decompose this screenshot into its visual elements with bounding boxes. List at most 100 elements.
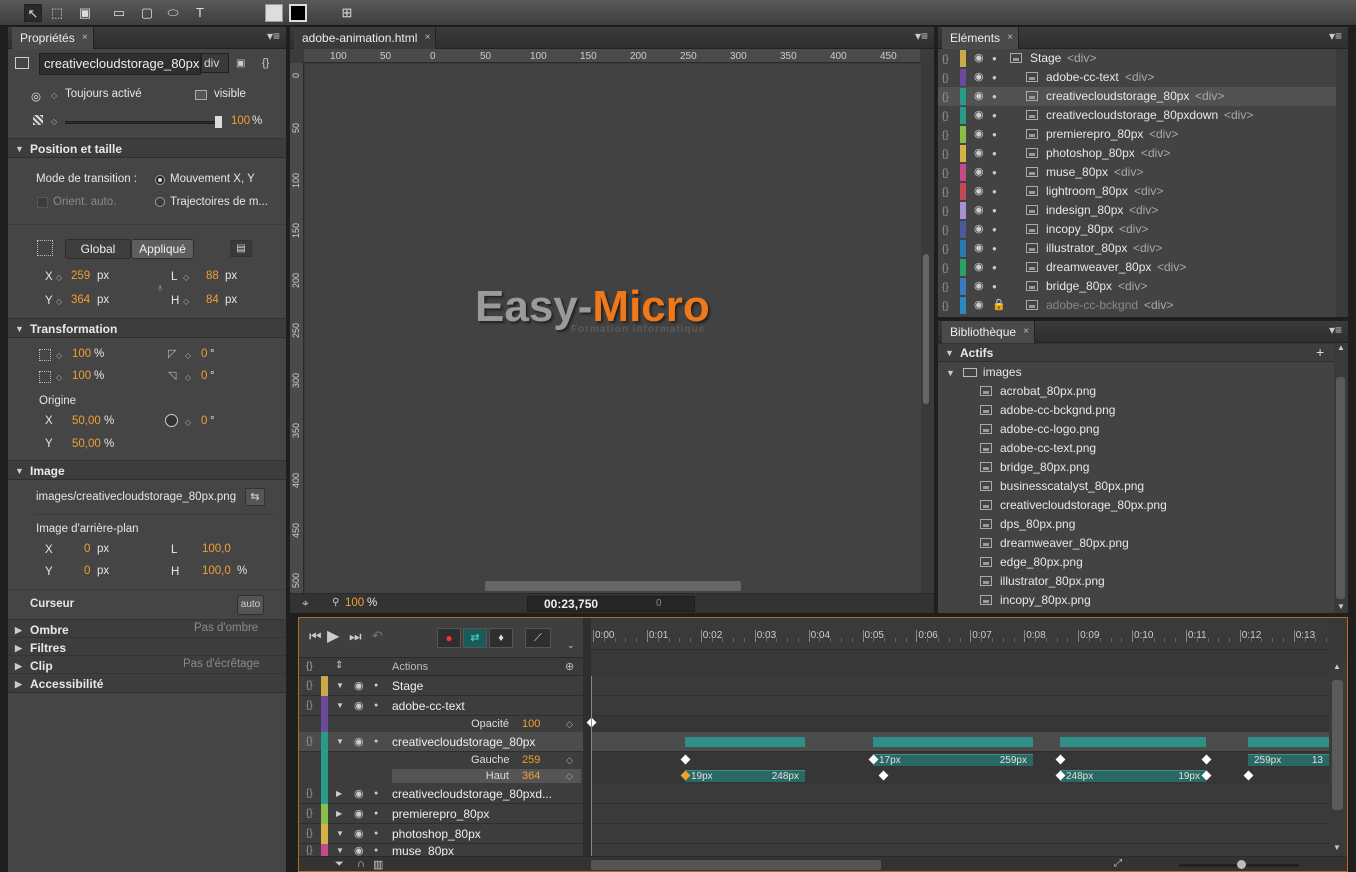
timeline-track[interactable] [591, 676, 1329, 696]
skew-value[interactable]: 0 [201, 348, 207, 360]
eye-icon[interactable]: ◉ [354, 732, 364, 752]
auto-transition-icon[interactable]: ⇄ [463, 628, 487, 648]
ellipse-tool-icon[interactable]: ⬭ [164, 4, 182, 22]
grid-icon[interactable]: ▥ [373, 858, 383, 871]
timeline-track[interactable] [591, 804, 1329, 824]
element-row[interactable]: {} ◉ ● lightroom_80px <div> [938, 182, 1336, 201]
keyframe-diamond-icon[interactable]: ◇ [51, 117, 57, 126]
lock-toggle-icon[interactable]: ● [992, 182, 997, 201]
global-button[interactable]: Global [65, 239, 131, 259]
scale-width-value[interactable]: 100 [72, 348, 91, 360]
element-row[interactable]: {} ◉ ● premierepro_80px <div> [938, 125, 1336, 144]
timeline-element-row[interactable]: {} ▼ ◉ ● Stage [299, 676, 583, 696]
timeline-property-row[interactable]: Gauche 259 ◇ [299, 752, 583, 768]
library-file-row[interactable]: adobe-cc-logo.png [938, 420, 1334, 439]
play-icon[interactable]: ▶ [327, 626, 339, 646]
code-braces-icon[interactable]: {} [942, 50, 949, 69]
element-row[interactable]: {} ◉ 🔒 adobe-cc-bckgnd <div> [938, 296, 1336, 315]
code-braces-icon[interactable]: {} [942, 183, 949, 202]
class-icon[interactable]: ▣ [236, 58, 245, 69]
bg-width-value[interactable]: 100,0 [202, 543, 231, 555]
element-row[interactable]: {} ◉ ● muse_80px <div> [938, 163, 1336, 182]
code-braces-icon[interactable]: {} [942, 69, 949, 88]
lock-toggle-icon[interactable]: ● [992, 144, 997, 163]
rotate-value[interactable]: 0 [201, 370, 207, 382]
transition-bar[interactable] [685, 737, 805, 747]
code-braces-icon[interactable]: {} [942, 240, 949, 259]
code-braces-icon[interactable]: {} [942, 278, 949, 297]
timeline-element-row[interactable]: {} ▼ ◉ ● creativecloudstorage_80px [299, 732, 583, 752]
code-braces-icon[interactable]: {} [942, 164, 949, 183]
eye-icon[interactable]: ◉ [974, 239, 984, 258]
eye-icon[interactable]: ◉ [354, 696, 364, 716]
element-color-label[interactable] [960, 278, 966, 295]
eye-icon[interactable]: ◉ [974, 277, 984, 296]
keyframe-diamond-icon[interactable]: ◇ [56, 351, 62, 360]
lock-toggle-icon[interactable]: ● [992, 68, 997, 87]
element-row[interactable]: {} ◉ ● Stage <div> [938, 49, 1336, 68]
keyframe-diamond-icon[interactable]: ◇ [185, 351, 191, 360]
section-position-size[interactable]: ▼ Position et taille [8, 138, 286, 158]
auto-keyframe-icon[interactable]: ● [437, 628, 461, 648]
x-value[interactable]: 259 [71, 270, 90, 282]
timeline-element-row[interactable]: {} ▶ ◉ ● premierepro_80px [299, 804, 583, 824]
rounded-rectangle-tool-icon[interactable]: ▢ [138, 4, 156, 22]
property-value[interactable]: 364 [522, 768, 540, 784]
lock-toggle-icon[interactable]: ● [992, 201, 997, 220]
property-transition-bar[interactable]: 17px 259px [873, 754, 1033, 766]
panel-menu-icon[interactable]: ▾≡ [1329, 323, 1342, 337]
radio-unchecked-icon[interactable] [155, 197, 165, 207]
panel-menu-icon[interactable]: ▾≡ [1329, 29, 1342, 43]
element-row[interactable]: {} ◉ ● bridge_80px <div> [938, 277, 1336, 296]
close-icon[interactable]: × [1007, 27, 1013, 49]
keyframe-diamond-icon[interactable]: ◇ [183, 273, 189, 282]
disclosure-triangle-icon[interactable]: ▼ [336, 696, 344, 716]
opacity-slider-track[interactable] [65, 121, 219, 124]
code-braces-icon[interactable]: {} [942, 297, 949, 316]
timeline-property-track[interactable] [591, 716, 1329, 732]
timeline-splitter[interactable] [583, 618, 591, 871]
code-braces-icon[interactable]: {} [942, 126, 949, 145]
eye-icon[interactable]: ◉ [974, 87, 984, 106]
property-transition-bar[interactable]: 248px 19px [1060, 770, 1206, 782]
rotation-dial-icon[interactable] [165, 414, 178, 427]
property-transition-bar[interactable]: 259px 13 [1248, 754, 1329, 766]
timeline-vscrollbar[interactable]: ▲ ▼ [1329, 658, 1347, 856]
panel-menu-icon[interactable]: ▾≡ [267, 29, 280, 43]
layout-preset-icon[interactable]: ▤ [230, 240, 252, 257]
keyframe-diamond-icon[interactable]: ◇ [56, 297, 62, 306]
origin-y-value[interactable]: 50,00 [72, 438, 101, 450]
disclosure-triangle-icon[interactable]: ▶ [336, 784, 342, 804]
collapse-all-icon[interactable]: ⇕ [335, 660, 343, 671]
eye-icon[interactable]: ◉ [354, 784, 364, 804]
cursor-select[interactable]: auto [237, 595, 264, 615]
timeline-element-row[interactable]: {} ▼ ◉ ● adobe-cc-text [299, 696, 583, 716]
width-value[interactable]: 88 [206, 270, 219, 282]
overflow-select[interactable]: visible [214, 88, 246, 100]
element-color-label[interactable] [960, 107, 966, 124]
lock-toggle-icon[interactable]: ● [374, 732, 378, 752]
magnet-icon[interactable]: ∩ [357, 858, 365, 870]
eye-icon[interactable]: ◉ [354, 804, 364, 824]
code-braces-icon[interactable]: {} [942, 259, 949, 278]
folder-row[interactable]: ▼ images [938, 363, 1348, 382]
link-icon[interactable]: ♁ [156, 282, 164, 294]
keyframe-diamond-icon[interactable]: ◇ [56, 373, 62, 382]
lock-toggle-icon[interactable]: ● [992, 277, 997, 296]
code-braces-icon[interactable]: {} [306, 824, 313, 844]
rectangle-tool-icon[interactable]: ▭ [110, 4, 128, 22]
library-file-row[interactable]: adobe-cc-bckgnd.png [938, 401, 1334, 420]
keyframe-diamond-icon[interactable]: ◇ [183, 297, 189, 306]
lock-icon[interactable]: 🔒 [992, 296, 1006, 315]
eye-icon[interactable]: ◉ [974, 220, 984, 239]
library-file-row[interactable]: acrobat_80px.png [938, 382, 1334, 401]
transition-bar[interactable] [1060, 737, 1206, 747]
opacity-value[interactable]: 100 [231, 115, 250, 127]
lock-toggle-icon[interactable]: ● [992, 49, 997, 68]
library-file-row[interactable]: creativecloudstorage_80px.png [938, 496, 1334, 515]
element-row[interactable]: {} ◉ ● incopy_80px <div> [938, 220, 1336, 239]
timeline-ruler[interactable]: 0:00 0:01 0:02 0:03 0:04 0:05 0:06 0:07 0:08 0:09… [591, 618, 1329, 650]
disclosure-triangle-icon[interactable]: ▼ [336, 676, 344, 696]
eye-icon[interactable]: ◉ [974, 201, 984, 220]
element-color-label[interactable] [960, 221, 966, 238]
